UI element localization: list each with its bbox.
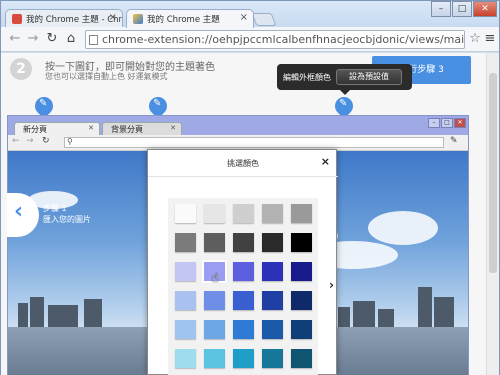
theme-brush-icon [133, 14, 143, 24]
color-swatch[interactable] [233, 320, 254, 339]
frame-color-tooltip: 編輯外框顏色 設為預設值 [277, 64, 412, 95]
color-swatch[interactable] [291, 320, 312, 339]
preview-maximize-icon: □ [441, 118, 453, 128]
menu-button[interactable]: ≡ [482, 31, 498, 47]
color-swatch[interactable] [175, 204, 196, 223]
color-swatch[interactable] [291, 291, 312, 310]
tooltip-arrow [340, 90, 350, 95]
color-swatch[interactable] [262, 233, 283, 252]
step1-label: 步驟 1 匯入您的圖片 [43, 203, 91, 225]
step-subtitle: 您也可以選擇自動上色 好運氣模式 [45, 72, 168, 81]
step1-title: 步驟 1 [43, 204, 67, 213]
preview-reload-icon: ↻ [42, 136, 50, 146]
scrollbar-thumb[interactable] [489, 73, 497, 273]
preview-tab-new: 新分頁 ✕ [14, 122, 100, 135]
new-tab-button[interactable] [251, 13, 277, 26]
url-text: chrome-extension://oehpjpccmlcalbenfhnac… [102, 33, 465, 46]
reset-default-button[interactable]: 設為預設值 [336, 69, 402, 85]
close-picker-button[interactable]: × [321, 155, 330, 168]
color-swatch[interactable] [233, 291, 254, 310]
step1-subtitle: 匯入您的圖片 [43, 215, 91, 224]
color-swatch[interactable] [291, 204, 312, 223]
close-tab-icon[interactable]: × [109, 12, 117, 23]
color-swatch[interactable] [262, 349, 283, 368]
minimize-button[interactable]: – [431, 1, 451, 17]
color-swatch[interactable] [262, 320, 283, 339]
preview-tab-background: 背景分頁 ✕ [102, 122, 182, 135]
close-icon: ✕ [170, 124, 176, 132]
tab-chrome-themes[interactable]: 我的 Chrome 主題 - Chrome × [5, 9, 123, 28]
picker-title: 挑選顏色 [227, 159, 259, 168]
preview-minimize-icon: – [428, 118, 440, 128]
preview-close-icon: ✕ [454, 118, 466, 128]
color-swatch[interactable] [204, 204, 225, 223]
color-swatch[interactable] [291, 262, 312, 281]
color-swatch-grid [168, 198, 318, 375]
next-palette-button[interactable]: › [329, 278, 334, 292]
color-swatch[interactable] [175, 349, 196, 368]
divider [148, 176, 338, 177]
page-icon [89, 35, 98, 45]
back-button[interactable]: ← [7, 31, 23, 47]
tooltip-label: 編輯外框顏色 [283, 73, 331, 82]
preview-forward-icon: → [26, 136, 34, 146]
bookmark-star-icon[interactable]: ☆ [467, 31, 483, 47]
preview-tab-label: 新分頁 [23, 125, 47, 134]
wrench-icon: ✎ [450, 136, 458, 146]
color-swatch[interactable] [233, 204, 254, 223]
color-swatch[interactable] [204, 291, 225, 310]
preview-tab-label: 背景分頁 [111, 125, 143, 134]
step-number-badge: 2 [10, 58, 32, 80]
close-tab-icon[interactable]: × [240, 12, 248, 23]
hand-cursor-icon: ☝ [211, 271, 219, 286]
color-swatch[interactable] [291, 349, 312, 368]
color-swatch[interactable] [175, 291, 196, 310]
color-swatch[interactable] [262, 204, 283, 223]
color-swatch[interactable] [291, 233, 312, 252]
chrome-webstore-icon [12, 14, 22, 24]
color-swatch[interactable] [175, 262, 196, 281]
color-swatch[interactable] [175, 233, 196, 252]
home-button[interactable]: ⌂ [63, 31, 79, 47]
tab-title: 我的 Chrome 主題 [147, 15, 220, 25]
close-icon: ✕ [88, 124, 94, 132]
search-icon: ⚲ [67, 137, 73, 146]
tab-strip: 我的 Chrome 主題 - Chrome × 我的 Chrome 主題 × –… [1, 1, 499, 28]
reload-button[interactable]: ↻ [44, 31, 60, 47]
tab-my-theme[interactable]: 我的 Chrome 主題 × [126, 9, 254, 28]
page-scrollbar[interactable] [486, 53, 499, 375]
browser-window: 我的 Chrome 主題 - Chrome × 我的 Chrome 主題 × –… [0, 0, 500, 375]
color-swatch[interactable] [233, 349, 254, 368]
color-swatch[interactable] [175, 320, 196, 339]
forward-button[interactable]: → [25, 31, 41, 47]
close-window-button[interactable]: ✕ [473, 1, 497, 17]
address-bar[interactable]: chrome-extension://oehpjpccmlcalbenfhnac… [85, 30, 465, 49]
preview-address-bar: ⚲ [64, 137, 444, 148]
color-swatch[interactable] [262, 262, 283, 281]
browser-toolbar: ← → ↻ ⌂ chrome-extension://oehpjpccmlcal… [1, 27, 499, 52]
color-swatch[interactable] [204, 349, 225, 368]
maximize-button[interactable]: □ [452, 1, 472, 17]
color-swatch[interactable] [233, 233, 254, 252]
color-swatch[interactable] [204, 233, 225, 252]
preview-back-icon: ← [12, 136, 20, 146]
color-swatch[interactable] [262, 291, 283, 310]
chevron-left-icon: ‹ [14, 199, 24, 224]
color-swatch[interactable] [233, 262, 254, 281]
color-picker-dialog: 挑選顏色 × › [147, 149, 338, 375]
color-swatch[interactable] [204, 320, 225, 339]
